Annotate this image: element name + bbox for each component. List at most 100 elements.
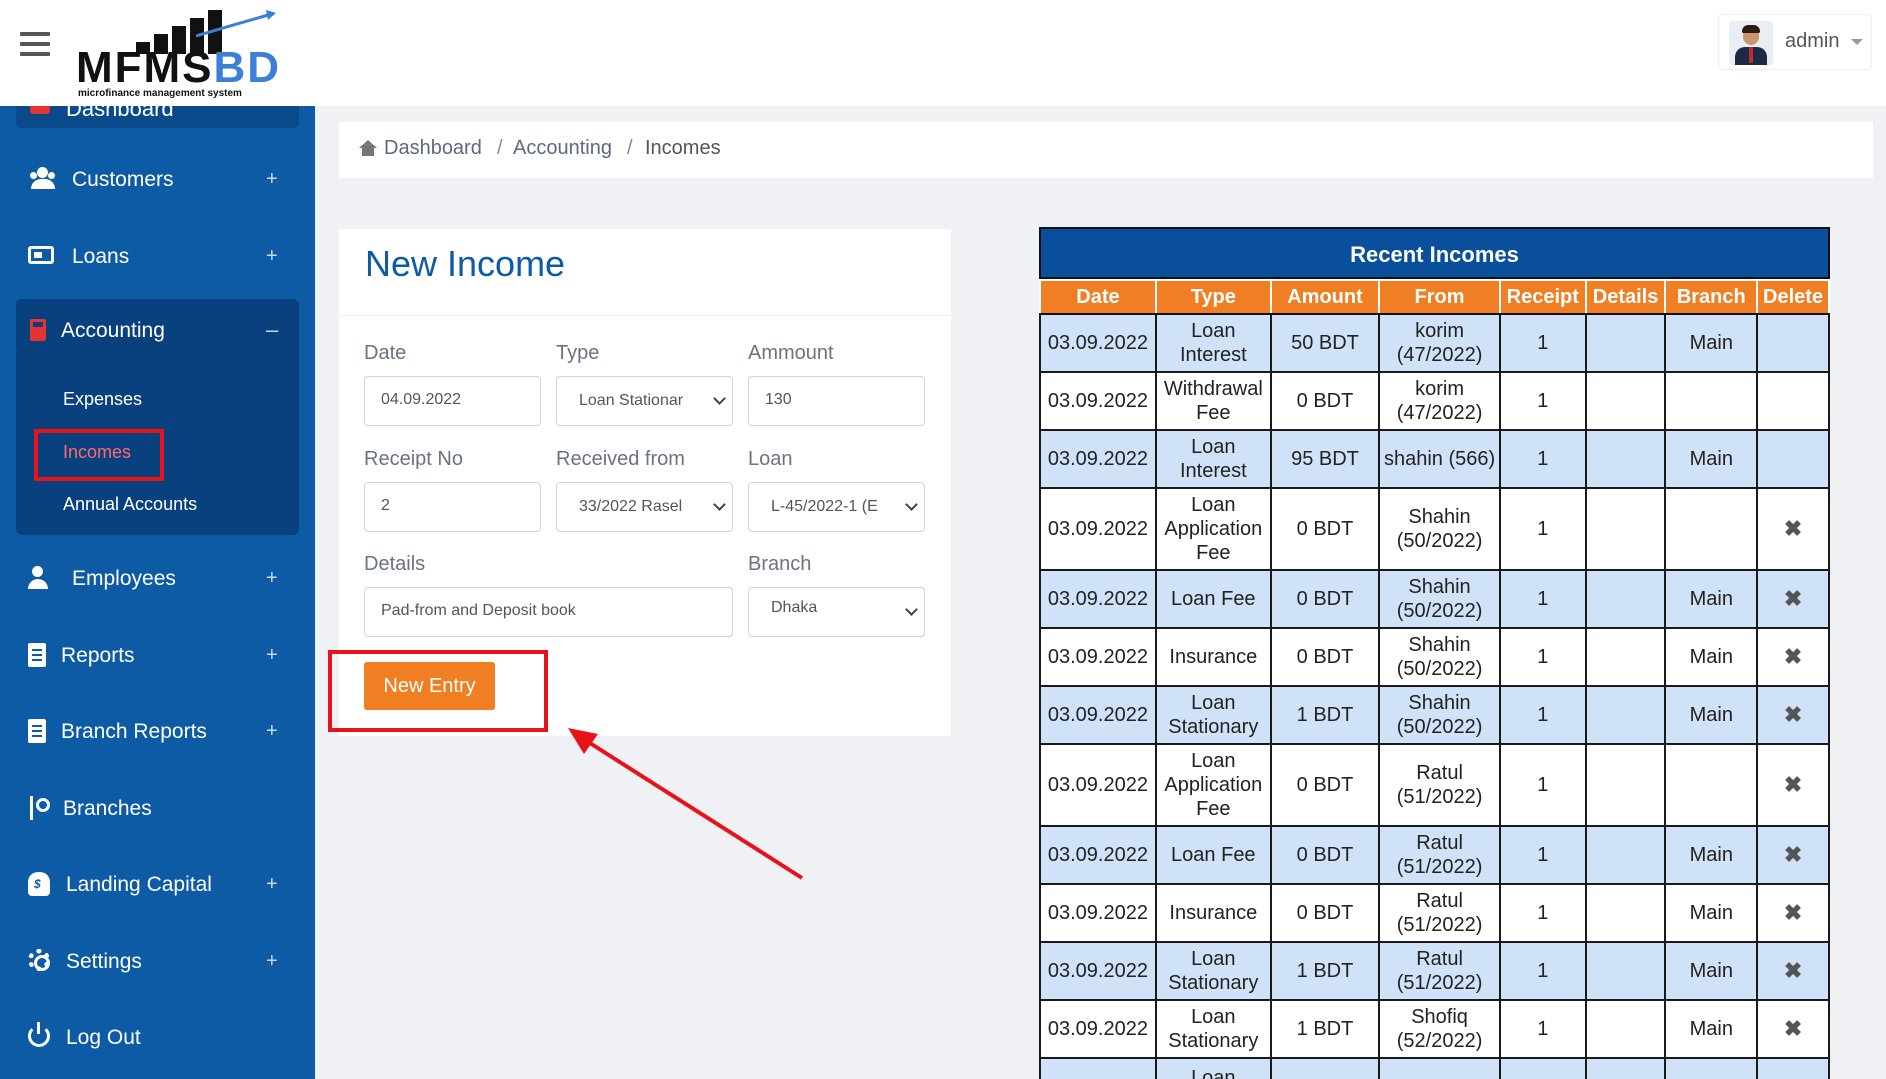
table-cell-type: Insurance <box>1154 627 1272 687</box>
home-icon <box>359 140 377 156</box>
table-body: 03.09.2022 Loan Interest 50 BDT korim (47/2… <box>1039 313 1830 1079</box>
date-field[interactable]: 04.09.2022 <box>364 376 541 426</box>
table-row: 03.09.2022 Loan Stationary 1 BDT Shahin (50… <box>1039 685 1830 745</box>
table-row: 03.09.2022 Insurance 0 BDT Ratul (51/2022) 1… <box>1039 883 1830 943</box>
table-cell-date: 03.09.2022 <box>1039 371 1157 431</box>
avatar <box>1729 21 1773 65</box>
sidebar-item-label: Employees <box>72 567 176 590</box>
delete-icon[interactable]: ✖ <box>1784 516 1802 541</box>
sidebar-item-dashboard[interactable]: Dashboard <box>16 106 299 128</box>
table-cell-receipt: 1 <box>1498 941 1587 1001</box>
table-row: 03.09.2022 Loan Fee 0 BDT Ratul (51/2022) 1 M… <box>1039 825 1830 885</box>
table-cell-branch: Main <box>1664 825 1759 885</box>
expand-icon: + <box>266 950 278 972</box>
receipt-field[interactable]: 2 <box>364 482 541 532</box>
table-cell-date: 03.09.2022 <box>1039 685 1157 745</box>
table-header-row: Date Type Amount From Receipt Details Br… <box>1039 279 1830 315</box>
delete-icon[interactable]: ✖ <box>1784 702 1802 727</box>
table-cell-details <box>1584 999 1667 1059</box>
table-cell-from: Shofiq (52/2022) <box>1378 999 1501 1059</box>
table-cell-amount: 0 BDT <box>1269 569 1381 629</box>
chevron-down-icon <box>905 603 918 616</box>
delete-icon[interactable]: ✖ <box>1784 900 1802 925</box>
table-row: 03.09.2022 Loan Application Fee 0 BDT Ratul… <box>1039 743 1830 827</box>
table-title: Recent Incomes <box>1039 227 1830 279</box>
table-row: 03.09.2022 Loan Interest 95 BDT shahin (566… <box>1039 429 1830 489</box>
details-field[interactable]: Pad-from and Deposit book <box>364 587 733 637</box>
received-from-select[interactable]: 33/2022 Rasel <box>556 482 733 532</box>
table-cell-branch: Main <box>1664 569 1759 629</box>
loan-select[interactable]: L-45/2022-1 (E <box>748 482 925 532</box>
sidebar-item-settings[interactable]: Settings + <box>16 933 299 991</box>
table-cell-amount: 0 BDT <box>1269 627 1381 687</box>
table-cell-delete <box>1756 429 1830 489</box>
column-header: Receipt <box>1498 279 1587 315</box>
table-cell-amount: 1 BDT <box>1269 685 1381 745</box>
delete-icon[interactable]: ✖ <box>1784 644 1802 669</box>
breadcrumb-accounting[interactable]: Accounting <box>513 137 612 160</box>
annotation-arrow <box>568 728 804 880</box>
delete-icon[interactable]: ✖ <box>1784 772 1802 797</box>
sidebar-item-employees[interactable]: Employees + <box>16 550 299 608</box>
table-cell-from: Ratul (51/2022) <box>1378 825 1501 885</box>
expand-icon: + <box>266 567 278 589</box>
sidebar-item-label: Landing Capital <box>66 873 212 896</box>
brand-logo[interactable]: MFMSBD microfinance management system <box>76 4 279 100</box>
sidebar-subitem-annual-accounts[interactable]: Annual Accounts <box>63 494 197 515</box>
branch-select[interactable]: Dhaka <box>748 587 925 637</box>
table-cell-date: 03.09.2022 <box>1039 999 1157 1059</box>
money-bag-icon <box>28 872 58 898</box>
loan-label: Loan <box>748 448 793 470</box>
logo-tagline: microfinance management system <box>78 88 242 99</box>
table-cell-from: shahin (566) <box>1378 429 1501 489</box>
table-cell-from: Shahin (50/2022) <box>1378 569 1501 629</box>
column-header: Type <box>1154 279 1272 315</box>
table-cell-receipt: 1 <box>1498 627 1587 687</box>
sidebar-item-branches[interactable]: Branches <box>16 780 299 838</box>
table-cell-amount: 1 BDT <box>1269 941 1381 1001</box>
table-cell-type: Loan Fee <box>1154 569 1272 629</box>
table-cell-delete: ✖ <box>1756 999 1830 1059</box>
delete-icon[interactable]: ✖ <box>1784 958 1802 983</box>
table-cell-from: Ratul (51/2022) <box>1378 941 1501 1001</box>
sidebar-item-label: Settings <box>66 950 142 973</box>
table-cell-branch <box>1664 487 1759 571</box>
table-cell-receipt: 1 <box>1498 743 1587 827</box>
table-cell-branch: Main <box>1664 883 1759 943</box>
table-cell-details <box>1584 429 1667 489</box>
receipt-icon <box>28 719 58 745</box>
breadcrumb-dashboard[interactable]: Dashboard <box>384 137 482 160</box>
table-cell-receipt: 1 <box>1498 999 1587 1059</box>
menu-toggle-icon[interactable] <box>20 32 50 56</box>
sidebar-item-accounting[interactable]: Accounting – <box>16 299 299 359</box>
table-cell-amount: 0 BDT <box>1269 883 1381 943</box>
table-cell-date: 03.09.2022 <box>1039 569 1157 629</box>
user-name: admin <box>1785 30 1840 52</box>
type-label: Type <box>556 342 600 364</box>
sidebar-item-logout[interactable]: Log Out <box>16 1009 299 1067</box>
table-cell-details <box>1584 371 1667 431</box>
table-cell-delete: ✖ <box>1756 941 1830 1001</box>
table-cell-receipt: 1 <box>1498 371 1587 431</box>
delete-icon[interactable]: ✖ <box>1784 1016 1802 1041</box>
delete-icon[interactable]: ✖ <box>1784 842 1802 867</box>
table-cell-amount: 1 BDT <box>1269 999 1381 1059</box>
expand-icon: + <box>266 245 278 267</box>
sidebar-item-landing-capital[interactable]: Landing Capital + <box>16 856 299 914</box>
table-row: Loan <box>1039 1057 1830 1079</box>
sidebar-subitem-expenses[interactable]: Expenses <box>63 389 142 410</box>
table-row: 03.09.2022 Loan Interest 50 BDT korim (47/2… <box>1039 313 1830 373</box>
sidebar-item-branch-reports[interactable]: Branch Reports + <box>16 703 299 761</box>
chevron-down-icon <box>905 498 918 511</box>
amount-label: Ammount <box>748 342 834 364</box>
highlight-box-incomes <box>34 429 164 481</box>
table-cell-branch: Main <box>1664 429 1759 489</box>
amount-field[interactable]: 130 <box>748 376 925 426</box>
type-select[interactable]: Loan Stationar <box>556 376 733 426</box>
delete-icon[interactable]: ✖ <box>1784 586 1802 611</box>
sidebar-item-reports[interactable]: Reports + <box>16 627 299 685</box>
sidebar-item-loans[interactable]: Loans + <box>16 228 299 286</box>
sidebar-item-customers[interactable]: Customers + <box>16 151 299 209</box>
user-menu[interactable]: admin <box>1718 14 1872 70</box>
expand-icon: + <box>266 644 278 666</box>
